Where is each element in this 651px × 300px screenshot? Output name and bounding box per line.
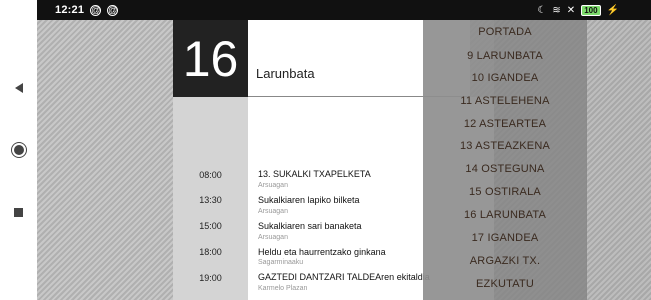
event-location: Arsuagan — [258, 182, 288, 189]
menu-item-17-igandea[interactable]: 17 IGANDEA — [423, 232, 587, 244]
status-time: 12:21 — [55, 4, 85, 16]
event-location: Arsuagan — [258, 208, 288, 215]
home-button[interactable] — [0, 138, 37, 162]
menu-item-portada[interactable]: PORTADA — [423, 26, 587, 38]
status-bar: 12:21 @ @ ☾ ≋ ✕ 100 ⚡ — [37, 0, 651, 20]
charging-icon: ⚡ — [606, 4, 619, 16]
menu-item-14-osteguna[interactable]: 14 OSTEGUNA — [423, 163, 587, 175]
event-location: Arsuagan — [258, 234, 288, 241]
event-location: Karmelo Plazan — [258, 285, 308, 292]
status-icons: ☾ ≋ ✕ 100 ⚡ — [537, 0, 619, 20]
home-icon — [13, 145, 24, 155]
menu-item-ezkutatu[interactable]: EZKUTATU — [423, 278, 587, 290]
menu-item-10-igandea[interactable]: 10 IGANDEA — [423, 72, 587, 84]
wifi-icon: ≋ — [552, 4, 561, 16]
notification-icon-2: @ — [107, 4, 119, 16]
event-title[interactable]: 13. SUKALKI TXAPELKETA — [258, 169, 371, 179]
menu-item-9-larunbata[interactable]: 9 LARUNBATA — [423, 50, 587, 62]
day-name: Larunbata — [256, 66, 315, 81]
back-button[interactable] — [0, 76, 37, 100]
event-location: Sagarminaaku — [258, 259, 304, 266]
day-number: 16 — [173, 20, 248, 97]
recents-button[interactable] — [0, 200, 37, 224]
signal-icon: ✕ — [566, 4, 576, 16]
right-background — [586, 20, 651, 300]
recents-icon — [14, 207, 23, 217]
event-time: 13:30 — [199, 195, 222, 205]
menu-item-argazki[interactable]: ARGAZKI TX. — [423, 255, 587, 267]
navigation-bar — [0, 0, 37, 300]
event-title[interactable]: GAZTEDI DANTZARI TALDEAren ekitaldia — [258, 272, 430, 282]
event-title[interactable]: Sukalkiaren lapiko bilketa — [258, 195, 360, 205]
event-time: 15:00 — [199, 221, 222, 231]
event-title[interactable]: Sukalkiaren sari banaketa — [258, 221, 362, 231]
battery-icon: 100 — [581, 4, 601, 16]
event-time: 08:00 — [199, 170, 222, 180]
menu-item-11-astelehena[interactable]: 11 ASTELEHENA — [423, 95, 587, 107]
menu-item-12-asteartea[interactable]: 12 ASTEARTEA — [423, 118, 587, 130]
event-title[interactable]: Heldu eta haurrentzako ginkana — [258, 247, 386, 257]
event-time: 19:00 — [199, 273, 222, 283]
menu-item-15-ostirala[interactable]: 15 OSTIRALA — [423, 186, 587, 198]
menu-item-16-larunbata[interactable]: 16 LARUNBATA — [423, 209, 587, 221]
notification-icon: @ — [90, 4, 102, 16]
do-not-disturb-icon: ☾ — [537, 4, 547, 16]
event-time: 18:00 — [199, 247, 222, 257]
back-icon — [14, 83, 23, 93]
menu-item-13-asteazkena[interactable]: 13 ASTEAZKENA — [423, 140, 587, 152]
